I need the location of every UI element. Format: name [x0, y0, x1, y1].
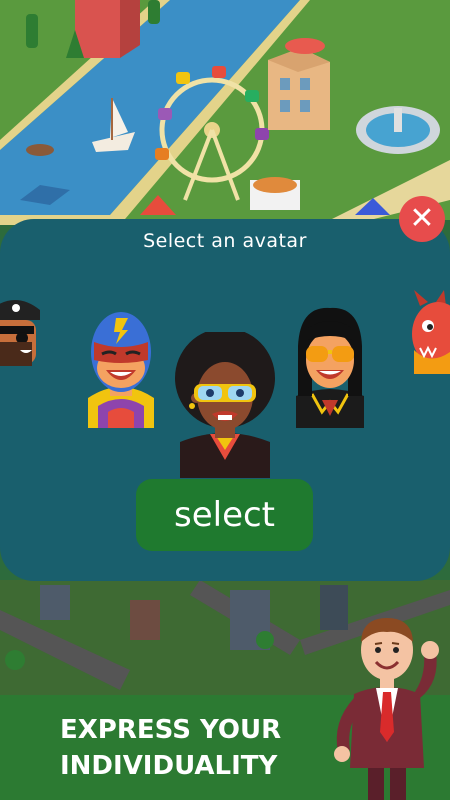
dialog-title: Select an avatar	[143, 230, 307, 252]
avatar-dragon[interactable]	[410, 290, 450, 378]
promo-banner-text: EXPRESS YOUR INDIVIDUALITY	[60, 712, 360, 784]
select-button[interactable]: select	[136, 479, 313, 551]
promo-line-1: EXPRESS YOUR	[60, 715, 282, 745]
avatar-pirate[interactable]	[0, 290, 42, 380]
avatar-rock-star[interactable]	[292, 306, 368, 428]
close-icon: ✕	[409, 201, 435, 236]
close-button[interactable]: ✕	[399, 196, 445, 242]
promo-line-2: INDIVIDUALITY	[60, 751, 278, 781]
avatar-afro-disco[interactable]	[166, 332, 284, 478]
avatar-superhero[interactable]	[82, 306, 160, 428]
businessman-mascot	[334, 618, 439, 800]
